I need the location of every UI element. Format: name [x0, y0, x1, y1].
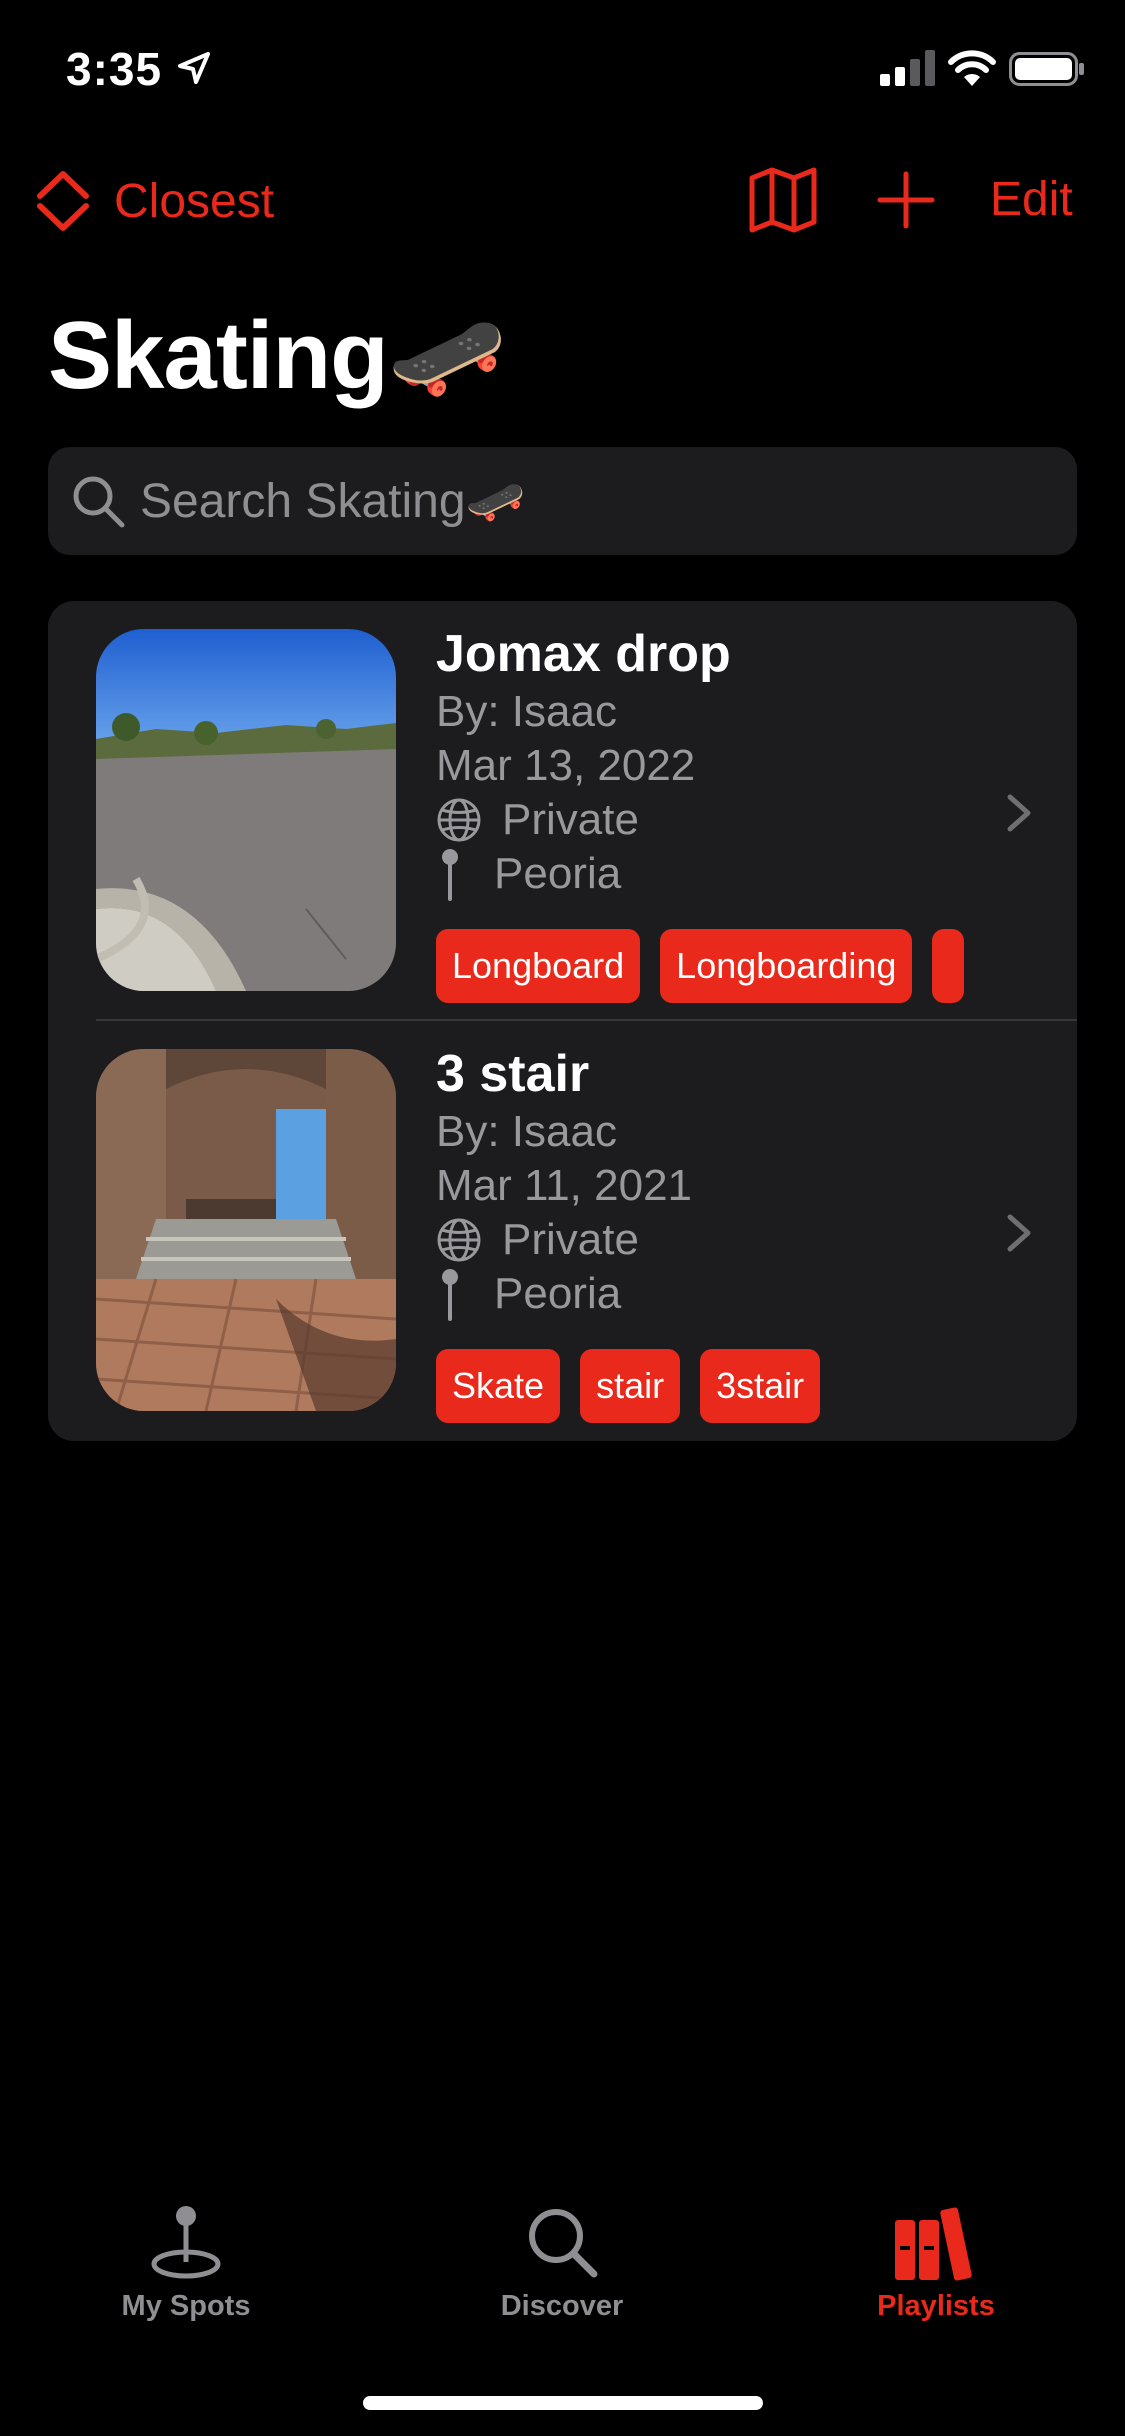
- spot-location-label: Peoria: [494, 1269, 622, 1318]
- spot-title: 3 stair: [436, 1045, 590, 1103]
- spot-date: Mar 13, 2022: [436, 741, 696, 790]
- edit-button[interactable]: Edit: [990, 172, 1073, 227]
- spots-list: Jomax drop By: Isaac Mar 13, 2022 Privat…: [48, 601, 1077, 1441]
- status-bar: 3:35: [0, 0, 1125, 140]
- spot-info: 3 stair By: Isaac Mar 11, 2021 Private P…: [436, 1043, 1016, 1321]
- tag-list: Skate stair 3stair: [436, 1349, 1022, 1423]
- wifi-icon: [948, 50, 996, 86]
- add-icon[interactable]: [876, 170, 936, 230]
- tab-my-spots[interactable]: My Spots: [56, 2202, 316, 2342]
- map-icon[interactable]: [748, 166, 818, 234]
- sort-chevrons-icon: [37, 171, 89, 231]
- tag-overflow[interactable]: [932, 929, 965, 1003]
- search-icon: [73, 476, 125, 528]
- status-time: 3:35: [66, 43, 163, 95]
- search-input[interactable]: [140, 473, 1040, 529]
- spot-author: By: Isaac: [436, 687, 617, 736]
- home-indicator[interactable]: [363, 2396, 763, 2410]
- tab-playlists[interactable]: Playlists: [806, 2202, 1066, 2342]
- sort-button[interactable]: Closest: [34, 166, 274, 236]
- tag[interactable]: Skate: [436, 1349, 561, 1423]
- battery-icon: [1009, 52, 1084, 86]
- spot-thumbnail: [96, 629, 396, 991]
- spot-thumbnail: [96, 1049, 396, 1411]
- tab-label: Discover: [500, 2290, 624, 2322]
- search-icon: [529, 2209, 598, 2278]
- search-bar[interactable]: [48, 447, 1077, 555]
- spot-title: Jomax drop: [436, 625, 731, 683]
- spot-privacy-label: Private: [502, 795, 639, 844]
- cellular-signal-icon: [880, 50, 935, 86]
- pin-icon: [442, 849, 458, 901]
- page-title: Skating🛹: [48, 302, 507, 409]
- navigation-bar: Closest Edit: [0, 150, 1125, 250]
- chevron-right-icon: [1007, 794, 1031, 832]
- spot-privacy: Private: [436, 793, 1016, 847]
- list-item[interactable]: 3 stair By: Isaac Mar 11, 2021 Private P…: [48, 1021, 1077, 1441]
- tag[interactable]: Longboarding: [660, 929, 913, 1003]
- tab-discover[interactable]: Discover: [432, 2202, 692, 2342]
- tag[interactable]: 3stair: [700, 1349, 821, 1423]
- spot-date: Mar 11, 2021: [436, 1161, 693, 1210]
- books-icon: [895, 2207, 972, 2281]
- spot-author: By: Isaac: [436, 1107, 617, 1156]
- map-pin-icon: [151, 2206, 221, 2279]
- chevron-right-icon: [1007, 1214, 1031, 1252]
- spot-location-label: Peoria: [494, 849, 622, 898]
- location-arrow-icon: [178, 52, 210, 84]
- globe-icon: [437, 1218, 481, 1262]
- globe-icon: [437, 798, 481, 842]
- tab-bar: My Spots Discover Playlists: [0, 2190, 1125, 2350]
- spot-location: Peoria: [436, 1267, 1016, 1321]
- spot-privacy-label: Private: [502, 1215, 639, 1264]
- tag-list: Longboard Longboarding: [436, 929, 1022, 1003]
- list-item[interactable]: Jomax drop By: Isaac Mar 13, 2022 Privat…: [48, 601, 1077, 1021]
- tab-label: Playlists: [877, 2290, 995, 2322]
- pin-icon: [442, 1269, 458, 1321]
- sort-label: Closest: [114, 174, 275, 228]
- tab-label: My Spots: [121, 2290, 251, 2322]
- tag[interactable]: stair: [580, 1349, 681, 1423]
- spot-privacy: Private: [436, 1213, 1016, 1267]
- spot-location: Peoria: [436, 847, 1016, 901]
- spot-info: Jomax drop By: Isaac Mar 13, 2022 Privat…: [436, 623, 1016, 901]
- tag[interactable]: Longboard: [436, 929, 641, 1003]
